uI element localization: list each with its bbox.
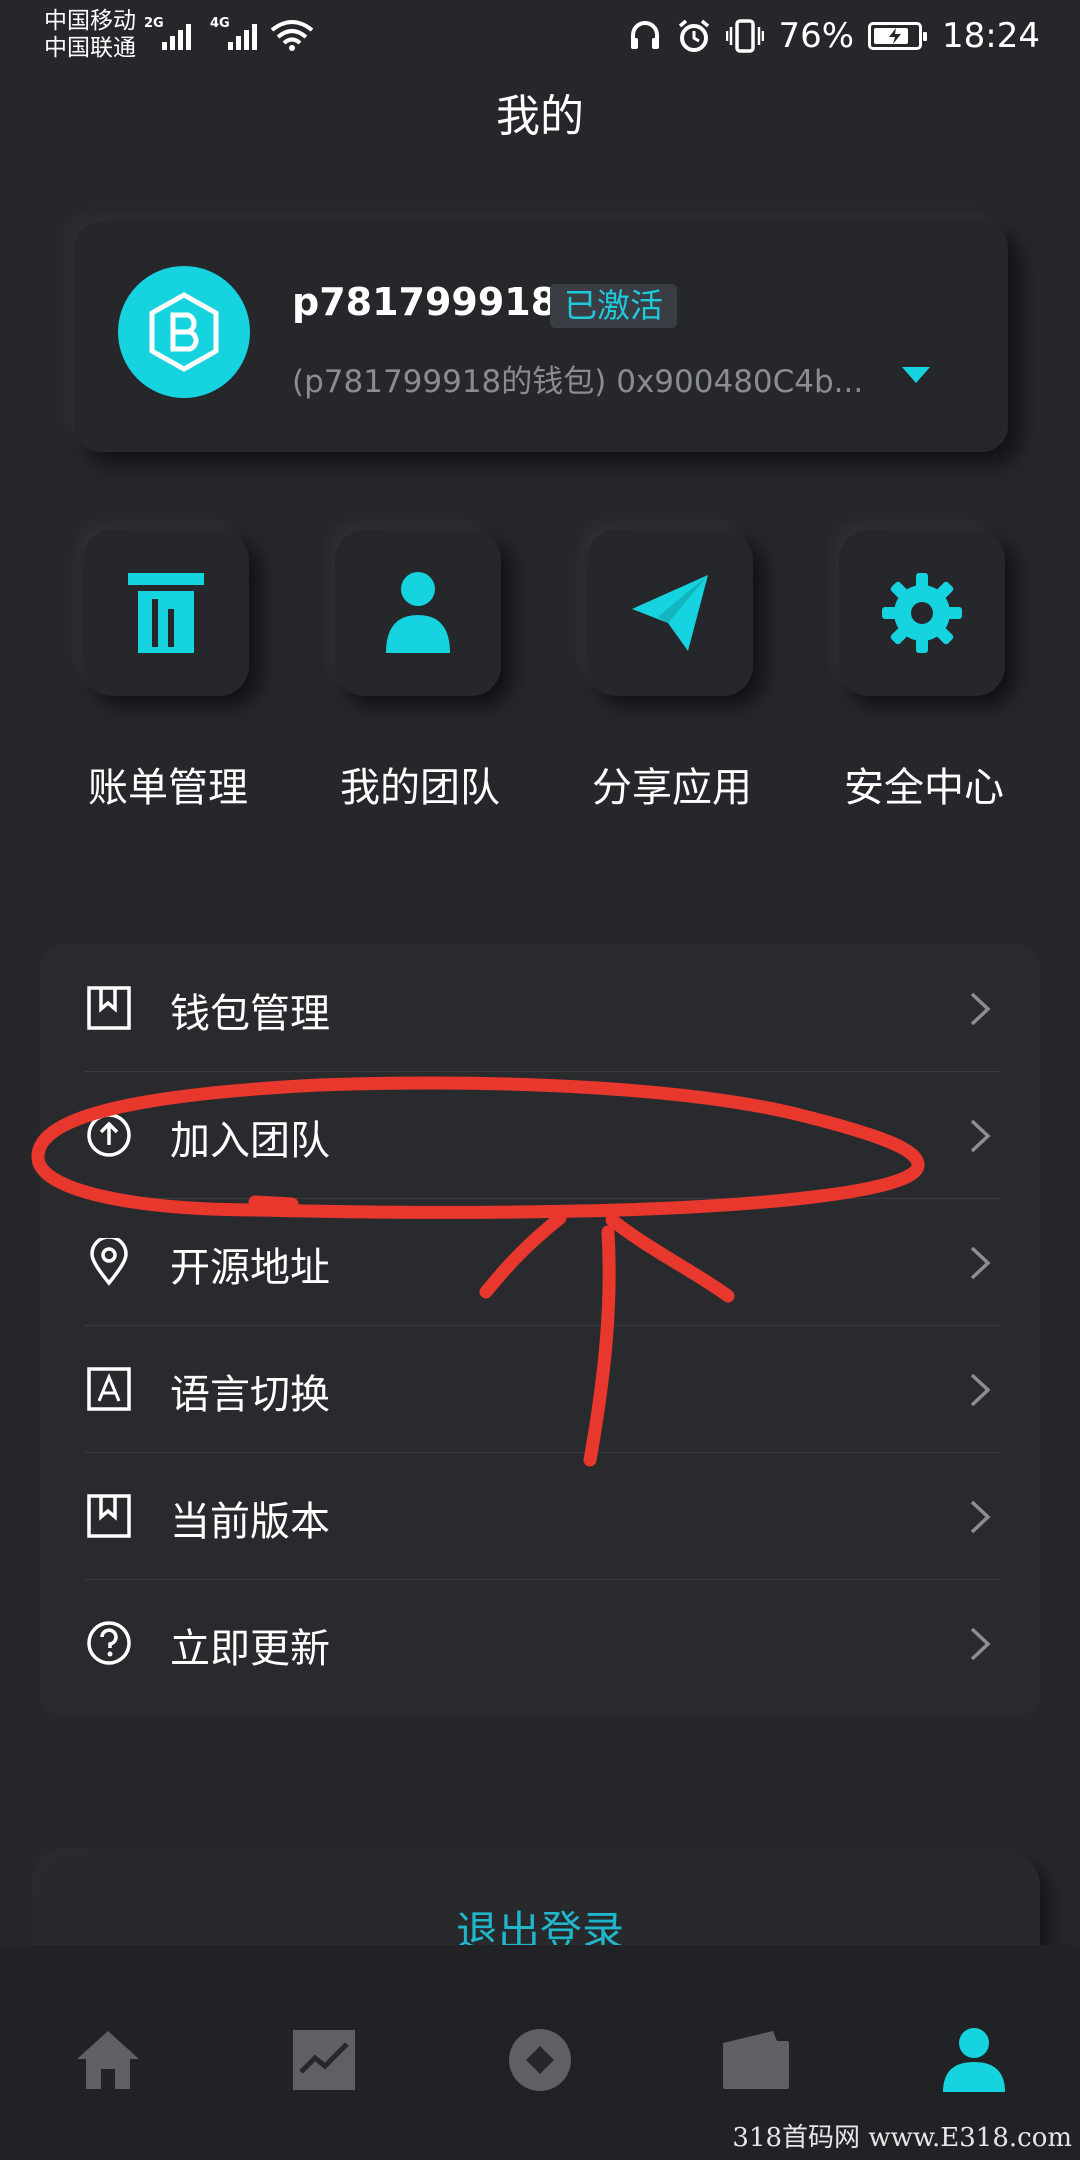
caret-down-icon [902, 367, 930, 383]
wifi-icon [270, 20, 314, 51]
menu-item-label: 语言切换 [170, 1372, 330, 1418]
quick-action-security[interactable]: 安全中心 [834, 525, 1014, 825]
menu-item-label: 钱包管理 [170, 991, 330, 1037]
quick-action-tile[interactable] [839, 530, 1005, 696]
avatar[interactable] [118, 266, 250, 398]
bookmark-icon [84, 1491, 134, 1541]
carrier-1: 中国移动 [44, 8, 136, 34]
profile-card[interactable]: p781799918 已激活 (p781799918的钱包) 0x900480C… [74, 222, 1008, 452]
status-right: 76% 18:24 [628, 14, 1040, 58]
menu-item-update-now[interactable]: 立即更新 [84, 1580, 1000, 1707]
quick-action-label: 账单管理 [88, 765, 248, 811]
menu-item-source-address[interactable]: 开源地址 [84, 1199, 1000, 1326]
language-icon [84, 1364, 134, 1414]
menu-item-label: 立即更新 [170, 1626, 330, 1672]
location-pin-icon [84, 1237, 134, 1287]
chevron-right-icon [960, 989, 1000, 1029]
chevron-right-icon [960, 1116, 1000, 1156]
quick-actions: 账单管理 我的团队 分享应用 安全中心 [0, 525, 1080, 825]
upload-circle-icon [84, 1110, 134, 1160]
nav-profile[interactable] [914, 2000, 1034, 2120]
chevron-right-icon [960, 1497, 1000, 1537]
network-type-2: 4G [210, 16, 230, 31]
vibrate-icon [726, 19, 765, 53]
username: p781799918 [292, 280, 558, 324]
bookmark-icon [84, 983, 134, 1033]
chevron-right-icon [960, 1243, 1000, 1283]
quick-action-tile[interactable] [335, 530, 501, 696]
team-icon [386, 572, 450, 653]
chevron-right-icon [960, 1624, 1000, 1664]
nav-wallet[interactable] [696, 2000, 816, 2120]
status-bar: 中国移动 中国联通 2G 4G 76% 18:24 [0, 0, 1080, 70]
bill-icon [128, 573, 204, 653]
nav-discover[interactable] [480, 2000, 600, 2120]
menu-item-label: 加入团队 [170, 1118, 330, 1164]
quick-action-tile[interactable] [587, 530, 753, 696]
menu-item-label: 开源地址 [170, 1245, 330, 1291]
quick-action-label: 我的团队 [340, 765, 500, 811]
quick-action-label: 安全中心 [844, 765, 1004, 811]
wallet-dropdown-button[interactable] [896, 360, 936, 390]
menu-item-language[interactable]: 语言切换 [84, 1326, 1000, 1453]
watermark: 318首码网 www.E318.com [732, 2123, 1072, 2153]
menu-item-wallet-management[interactable]: 钱包管理 [84, 945, 1000, 1072]
menu-item-current-version[interactable]: 当前版本 [84, 1453, 1000, 1580]
status-badge: 已激活 [550, 284, 677, 328]
quick-action-tile[interactable] [83, 530, 249, 696]
wallet-icon [723, 2031, 789, 2089]
quick-action-share[interactable]: 分享应用 [582, 525, 762, 825]
profile-icon [943, 2028, 1005, 2092]
wallet-logo-icon [149, 292, 219, 372]
battery-percent: 76% [778, 16, 855, 56]
quick-action-bills[interactable]: 账单管理 [78, 525, 258, 825]
alarm-icon [679, 19, 710, 52]
page-title: 我的 [496, 91, 584, 142]
headphones-icon [631, 21, 660, 49]
carrier-2: 中国联通 [44, 35, 136, 61]
nav-market[interactable] [264, 2000, 384, 2120]
carrier-labels: 中国移动 中国联通 [44, 8, 136, 62]
discover-icon [509, 2029, 571, 2091]
clock: 18:24 [942, 16, 1040, 56]
chevron-right-icon [960, 1370, 1000, 1410]
quick-action-label: 分享应用 [592, 765, 752, 811]
network-type-1: 2G [144, 16, 164, 31]
nav-home[interactable] [48, 2000, 168, 2120]
battery-charging-icon [868, 22, 928, 50]
security-gear-icon [882, 573, 962, 653]
chart-icon [293, 2030, 355, 2090]
help-circle-icon [84, 1618, 134, 1668]
screen: 中国移动 中国联通 2G 4G 76% 18:24 我的 p781799918 … [0, 0, 1080, 2160]
home-icon [77, 2031, 139, 2089]
quick-action-team[interactable]: 我的团队 [330, 525, 510, 825]
settings-menu: 钱包管理 加入团队 开源地址 语言切换 当前版本 立即更新 [40, 945, 1040, 1715]
menu-item-join-team[interactable]: 加入团队 [84, 1072, 1000, 1199]
wallet-address: (p781799918的钱包) 0x900480C4b... [292, 364, 864, 400]
share-icon [632, 575, 708, 651]
menu-item-label: 当前版本 [170, 1499, 330, 1545]
